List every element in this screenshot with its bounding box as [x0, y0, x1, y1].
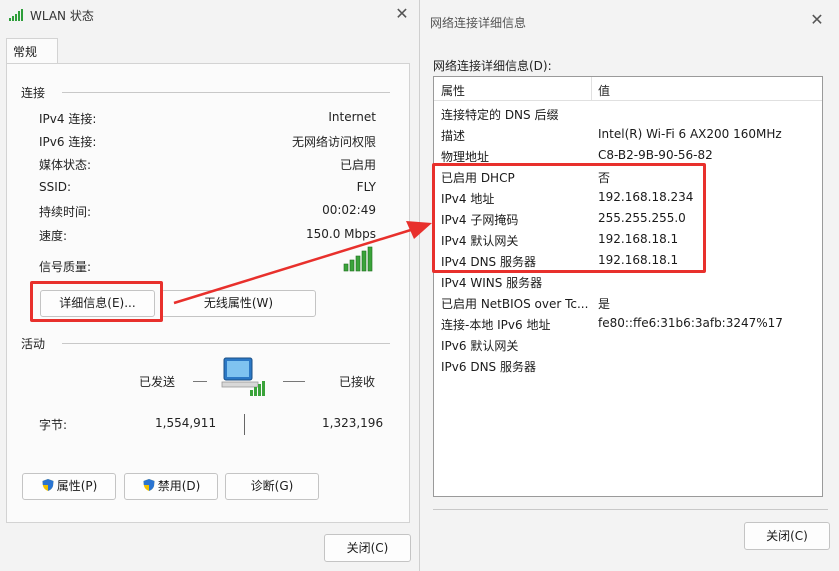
details-row[interactable]: 已启用 NetBIOS over Tc... 是 — [434, 292, 822, 313]
details-list-caption: 网络连接详细信息(D): — [433, 59, 552, 73]
connection-row-value: Internet — [328, 110, 376, 124]
diagnose-button[interactable]: 诊断(G) — [225, 473, 319, 500]
activity-section-label: 活动 — [21, 337, 46, 351]
details-row[interactable]: 物理地址 C8-B2-9B-90-56-82 — [434, 145, 822, 166]
listview-header: 属性 值 — [434, 77, 822, 101]
annotation-arrow — [173, 221, 432, 305]
details-row-value: 否 — [598, 171, 611, 185]
connection-row-value: 无网络访问权限 — [291, 135, 376, 149]
details-row-value: 192.168.18.234 — [598, 190, 694, 204]
details-row-property: 已启用 NetBIOS over Tc... — [441, 297, 589, 311]
details-row-property: IPv6 默认网关 — [441, 339, 519, 353]
connection-row-value: 已启用 — [339, 158, 376, 172]
details-row-value: 255.255.255.0 — [598, 211, 686, 225]
disable-button-label: 禁用(D) — [157, 479, 201, 493]
details-row-value: fe80::ffe6:31b6:3afb:3247%17 — [598, 316, 783, 330]
details-row[interactable]: 已启用 DHCP 否 — [434, 166, 822, 187]
bytes-received-value: 1,323,196 — [322, 416, 384, 430]
details-row-property: IPv4 默认网关 — [441, 234, 519, 248]
bytes-label: 字节: — [39, 418, 68, 432]
details-bottom-divider — [433, 509, 828, 510]
details-row[interactable]: IPv6 默认网关 — [434, 334, 822, 355]
details-button[interactable]: 详细信息(E)... — [40, 290, 155, 317]
connection-row-label: SSID: — [39, 180, 72, 194]
wlan-titlebar: WLAN 状态 ✕ — [0, 0, 420, 30]
details-row-property: IPv6 DNS 服务器 — [441, 360, 536, 374]
details-row[interactable]: 描述 Intel(R) Wi-Fi 6 AX200 160MHz — [434, 124, 822, 145]
details-row-property: IPv4 子网掩码 — [441, 213, 519, 227]
details-row[interactable]: IPv4 地址 192.168.18.234 — [434, 187, 822, 208]
details-row-property: 描述 — [441, 129, 466, 143]
signal-quality-label: 信号质量: — [39, 260, 92, 274]
connection-row-value: FLY — [356, 180, 376, 194]
properties-button-label: 属性(P) — [56, 479, 98, 493]
details-row[interactable]: 连接特定的 DNS 后缀 — [434, 103, 822, 124]
disable-button[interactable]: 禁用(D) — [124, 473, 218, 500]
details-row-property: 连接-本地 IPv6 地址 — [441, 318, 551, 332]
uac-shield-icon — [42, 479, 54, 491]
column-header-value[interactable]: 值 — [598, 82, 610, 99]
column-separator[interactable] — [591, 77, 592, 101]
connection-row-label: IPv4 连接: — [39, 112, 97, 126]
details-row-value: 192.168.18.1 — [598, 232, 679, 246]
details-row[interactable]: IPv4 DNS 服务器 192.168.18.1 — [434, 250, 822, 271]
details-row-value: Intel(R) Wi-Fi 6 AX200 160MHz — [598, 127, 782, 141]
details-row-property: IPv4 地址 — [441, 192, 495, 206]
details-row[interactable]: IPv4 子网掩码 255.255.255.0 — [434, 208, 822, 229]
network-computer-icon — [221, 357, 265, 396]
wlan-close-icon[interactable]: ✕ — [390, 2, 414, 26]
bytes-separator — [244, 414, 245, 435]
connection-divider — [62, 92, 390, 93]
connection-row-label: 速度: — [39, 229, 68, 243]
details-row[interactable]: IPv4 WINS 服务器 — [434, 271, 822, 292]
details-listview[interactable]: 属性 值 连接特定的 DNS 后缀 描述 Intel(R) Wi-Fi 6 AX20… — [433, 76, 823, 497]
bytes-sent-value: 1,554,911 — [155, 416, 217, 430]
column-header-property[interactable]: 属性 — [441, 82, 465, 99]
details-row-value: 192.168.18.1 — [598, 253, 679, 267]
details-close-button[interactable]: 关闭(C) — [744, 522, 830, 550]
details-row-property: IPv4 WINS 服务器 — [441, 276, 543, 290]
wlan-window-title: WLAN 状态 — [30, 9, 94, 23]
connection-row-label: IPv6 连接: — [39, 135, 97, 149]
details-row-property: IPv4 DNS 服务器 — [441, 255, 536, 269]
sent-dash — [193, 381, 207, 382]
wifi-signal-icon — [9, 9, 23, 21]
received-dash — [283, 381, 305, 382]
details-window-title: 网络连接详细信息 — [430, 16, 527, 30]
sent-label: 已发送 — [139, 375, 176, 389]
details-row-property: 连接特定的 DNS 后缀 — [441, 108, 559, 122]
connection-row-label: 媒体状态: — [39, 158, 92, 172]
uac-shield-icon — [143, 479, 155, 491]
details-row-property: 物理地址 — [441, 150, 490, 164]
tab-general[interactable]: 常规 — [6, 38, 58, 64]
connection-section-label: 连接 — [21, 86, 46, 100]
activity-divider — [62, 343, 390, 344]
properties-button[interactable]: 属性(P) — [22, 473, 116, 500]
details-row-property: 已启用 DHCP — [441, 171, 515, 185]
details-row[interactable]: IPv6 DNS 服务器 — [434, 355, 822, 376]
wlan-close-button[interactable]: 关闭(C) — [324, 534, 411, 562]
connection-row-label: 持续时间: — [39, 205, 92, 219]
details-row-value: C8-B2-9B-90-56-82 — [598, 148, 713, 162]
network-details-window: 网络连接详细信息 ✕ 网络连接详细信息(D): 属性 值 连接特定的 DNS 后… — [419, 0, 839, 571]
received-label: 已接收 — [339, 375, 376, 389]
details-close-icon[interactable]: ✕ — [805, 8, 829, 32]
details-row[interactable]: 连接-本地 IPv6 地址 fe80::ffe6:31b6:3afb:3247%1… — [434, 313, 822, 334]
details-row[interactable]: IPv4 默认网关 192.168.18.1 — [434, 229, 822, 250]
details-row-value: 是 — [598, 297, 611, 311]
